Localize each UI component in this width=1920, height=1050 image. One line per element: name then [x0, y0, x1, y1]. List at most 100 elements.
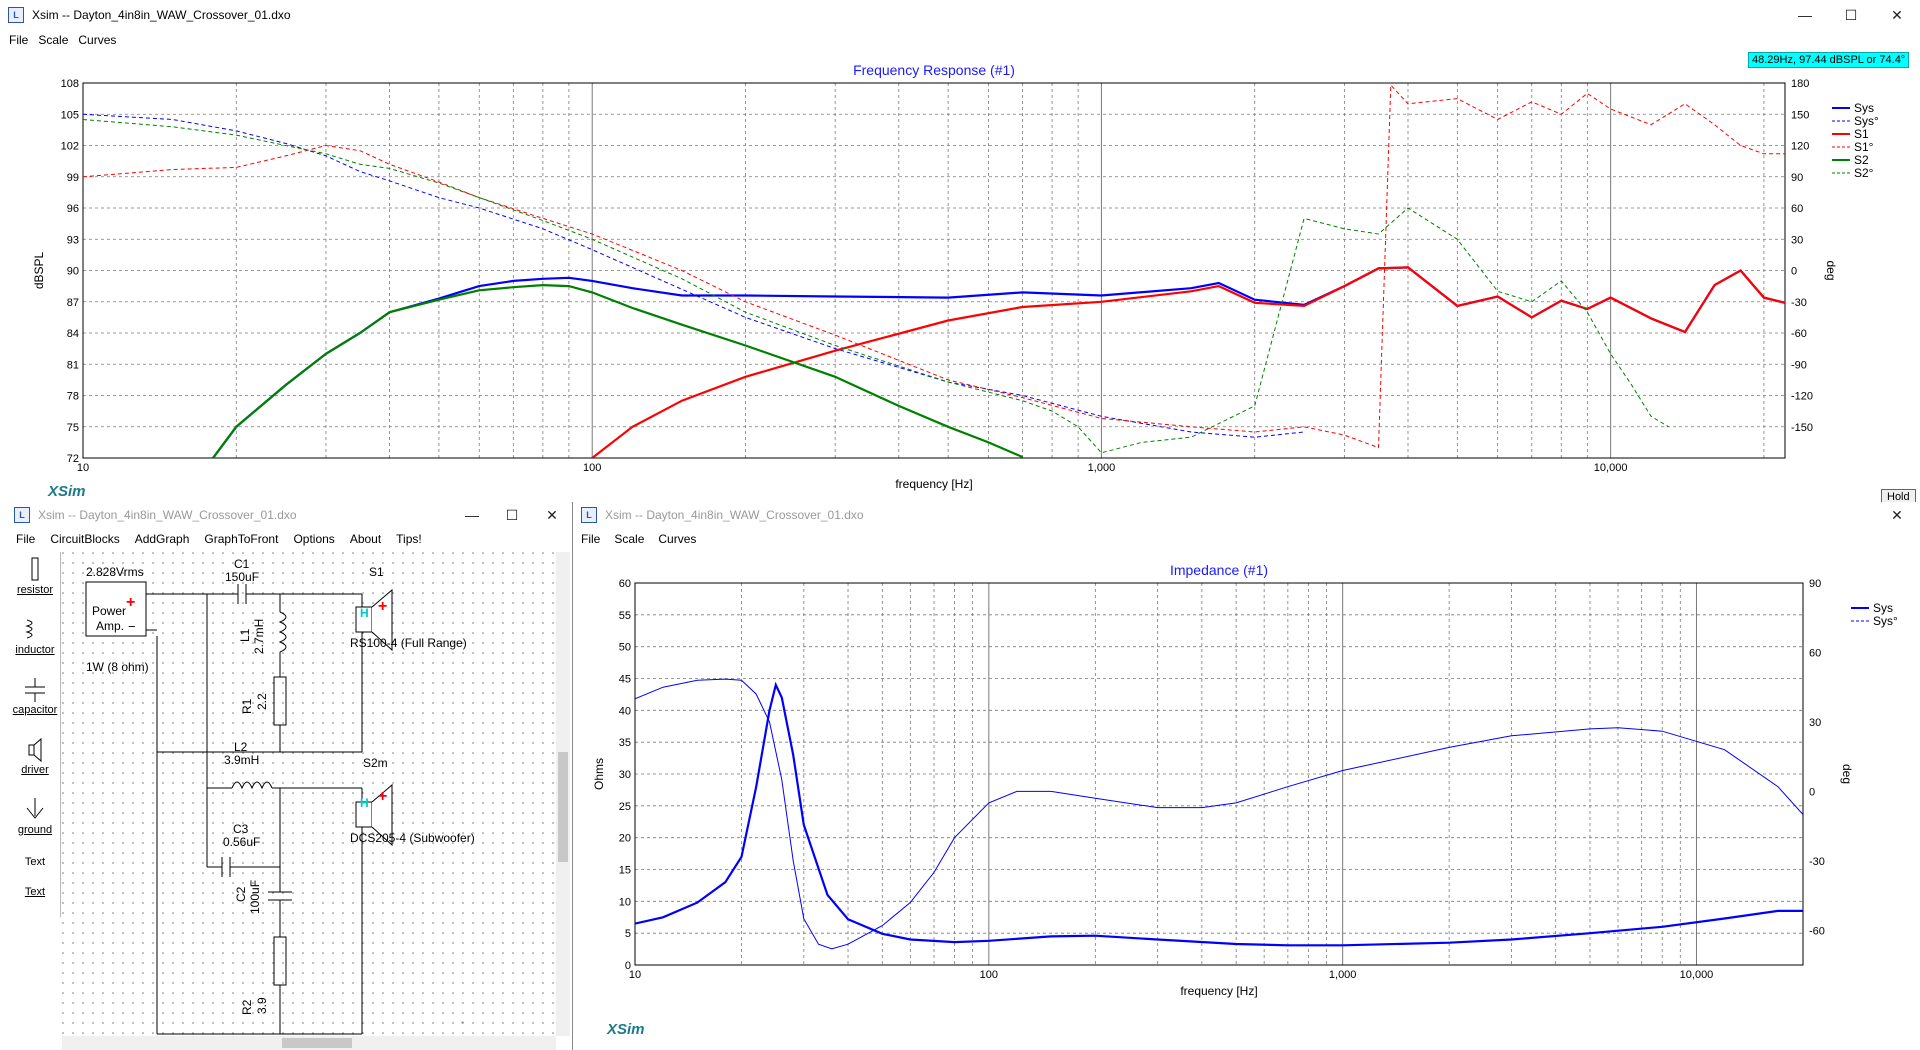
tool-text[interactable]: Text	[10, 856, 60, 868]
y-tick-label: 25	[619, 801, 631, 813]
minimize-button[interactable]: —	[1782, 0, 1828, 30]
y2-tick-label: -90	[1791, 359, 1807, 371]
c3-name: C3	[233, 822, 249, 836]
legend-label: Sys	[1854, 101, 1874, 115]
xsim-app-icon: L	[8, 7, 24, 23]
c1-name: C1	[234, 557, 250, 571]
s2-plus: +	[378, 788, 388, 805]
r1-value: 2.2	[255, 693, 269, 710]
y-tick-label: 87	[67, 297, 79, 309]
menu-circuitblocks[interactable]: CircuitBlocks	[50, 532, 119, 546]
tool-ground[interactable]: ground	[10, 796, 60, 836]
scrollbar-thumb[interactable]	[282, 1038, 352, 1048]
l1-value: 2.7mH	[252, 618, 266, 654]
maximize-button[interactable]: ☐	[492, 500, 532, 530]
y-tick-label: 96	[67, 203, 79, 215]
series-sys-phase-line	[83, 113, 1305, 438]
y2-tick-label: 180	[1791, 78, 1809, 90]
r2-value: 3.9	[255, 997, 269, 1014]
title-bar[interactable]: L Xsim -- Dayton_4in8in_WAW_Crossover_01…	[0, 0, 1920, 30]
maximize-button[interactable]: ☐	[1828, 0, 1874, 30]
frequency-response-chart[interactable]: Frequency Response (#1)72757881848790939…	[0, 52, 1920, 502]
menu-file[interactable]: File	[16, 532, 35, 546]
menu-curves[interactable]: Curves	[658, 532, 696, 546]
tool-inductor[interactable]: inductor	[10, 616, 60, 656]
legend-label: Sys	[1873, 601, 1893, 615]
xsim-logo: XSim	[607, 1021, 645, 1038]
s2-h-marker: H	[360, 796, 369, 810]
y-tick-label: 75	[67, 422, 79, 434]
y-tick-label: 81	[67, 359, 79, 371]
menu-about[interactable]: About	[350, 532, 381, 546]
menu-bar: File Scale Curves	[0, 30, 1920, 50]
y2-tick-label: -60	[1809, 925, 1825, 937]
s2-name: S2m	[363, 756, 388, 770]
minimize-button[interactable]: —	[452, 500, 492, 530]
l2-value: 3.9mH	[224, 753, 260, 767]
y2-tick-label: 90	[1809, 578, 1821, 590]
impedance-chart[interactable]: Impedance (#1) 0 5 10 15 20 25 30 35 40 45 50 55 60 -6…	[573, 554, 1920, 1044]
y-tick-label: 84	[67, 328, 79, 340]
y2-tick-label: 60	[1809, 647, 1821, 659]
y2-tick-label: 120	[1791, 141, 1809, 153]
tool-resistor[interactable]: resistor	[10, 556, 60, 596]
menu-options[interactable]: Options	[293, 532, 334, 546]
legend-label: Sys°	[1854, 114, 1879, 128]
circuit-window: L Xsim -- Dayton_4in8in_WAW_Crossover_01…	[0, 502, 573, 1050]
menu-graphtofront[interactable]: GraphToFront	[204, 532, 278, 546]
y-tick-label: 30	[619, 769, 631, 781]
y-tick-label: 5	[625, 928, 631, 940]
xsim-app-icon: L	[14, 507, 30, 523]
close-button[interactable]: ✕	[1874, 0, 1920, 30]
schematic-horizontal-scrollbar[interactable]	[62, 1036, 556, 1050]
y-tick-label: 108	[61, 78, 79, 90]
x-tick-label: 10	[629, 969, 641, 981]
source-name-line2: Amp.	[96, 619, 125, 633]
menu-addgraph[interactable]: AddGraph	[135, 532, 190, 546]
chart-title: Impedance (#1)	[1170, 562, 1268, 578]
xsim-logo: XSim	[48, 483, 86, 500]
source-voltage-label: 2.828Vrms	[86, 565, 144, 579]
source-power-label: 1W (8 ohm)	[86, 660, 149, 674]
scrollbar-thumb[interactable]	[558, 752, 568, 862]
circuit-title-bar[interactable]: L Xsim -- Dayton_4in8in_WAW_Crossover_01…	[0, 502, 572, 528]
s1-h-marker: H	[360, 606, 369, 620]
close-button[interactable]: ✕	[532, 500, 572, 530]
series-s2-line	[212, 283, 1023, 458]
source-plus: +	[126, 594, 136, 611]
source-name-line1: Power	[92, 604, 127, 618]
menu-curves[interactable]: Curves	[78, 33, 116, 47]
tool-label: ground	[17, 824, 53, 836]
x-tick-label: 10,000	[1594, 462, 1628, 474]
schematic-canvas[interactable]	[62, 552, 557, 1042]
y-tick-label: 10	[619, 896, 631, 908]
inductor-icon	[10, 616, 60, 644]
impedance-menu-bar: File Scale Curves	[573, 528, 1920, 550]
y-tick-label: 99	[67, 172, 79, 184]
tool-driver[interactable]: driver	[10, 736, 60, 776]
menu-scale[interactable]: Scale	[614, 532, 644, 546]
tool-label: capacitor	[12, 704, 58, 716]
y2-tick-label: 90	[1791, 172, 1803, 184]
y-tick-label: 60	[619, 578, 631, 590]
legend-label: S2°	[1854, 166, 1874, 180]
close-button[interactable]: ✕	[1874, 500, 1920, 530]
tool-label: inductor	[15, 644, 55, 656]
y2-tick-label: 150	[1791, 109, 1809, 121]
menu-tips[interactable]: Tips!	[396, 532, 422, 546]
y2-axis-label: deg	[1824, 260, 1838, 280]
schematic-vertical-scrollbar[interactable]	[556, 552, 570, 1036]
tool-text-underlined[interactable]: Text	[10, 886, 60, 898]
ground-icon	[10, 796, 60, 824]
frequency-response-window: L Xsim -- Dayton_4in8in_WAW_Crossover_01…	[0, 0, 1920, 509]
r2-name: R2	[240, 999, 254, 1015]
menu-file[interactable]: File	[9, 33, 28, 47]
circuit-menu-bar: File CircuitBlocks AddGraph GraphToFront…	[0, 528, 572, 550]
impedance-title-bar[interactable]: L Xsim -- Dayton_4in8in_WAW_Crossover_01…	[573, 502, 1920, 528]
y-tick-label: 55	[619, 610, 631, 622]
menu-file[interactable]: File	[581, 532, 600, 546]
tool-capacitor[interactable]: capacitor	[10, 676, 60, 716]
series-sys-phase-line	[635, 678, 1803, 950]
menu-scale[interactable]: Scale	[38, 33, 68, 47]
y2-tick-label: -30	[1791, 297, 1807, 309]
